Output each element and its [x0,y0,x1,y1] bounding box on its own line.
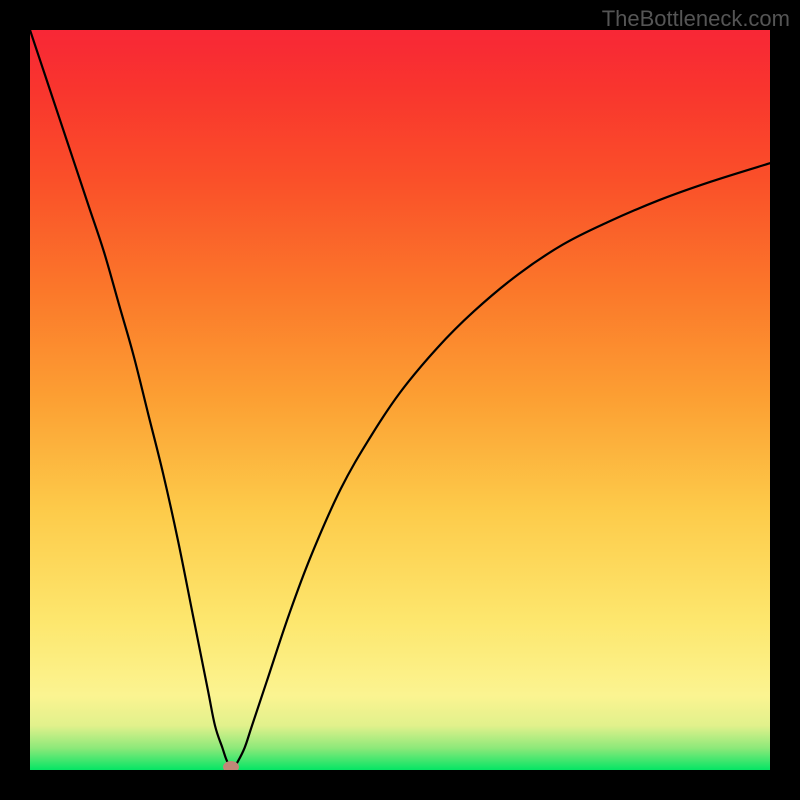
watermark-text: TheBottleneck.com [602,6,790,32]
optimal-point-marker [223,761,239,770]
chart-plot-area [30,30,770,770]
gradient-background [30,30,770,770]
